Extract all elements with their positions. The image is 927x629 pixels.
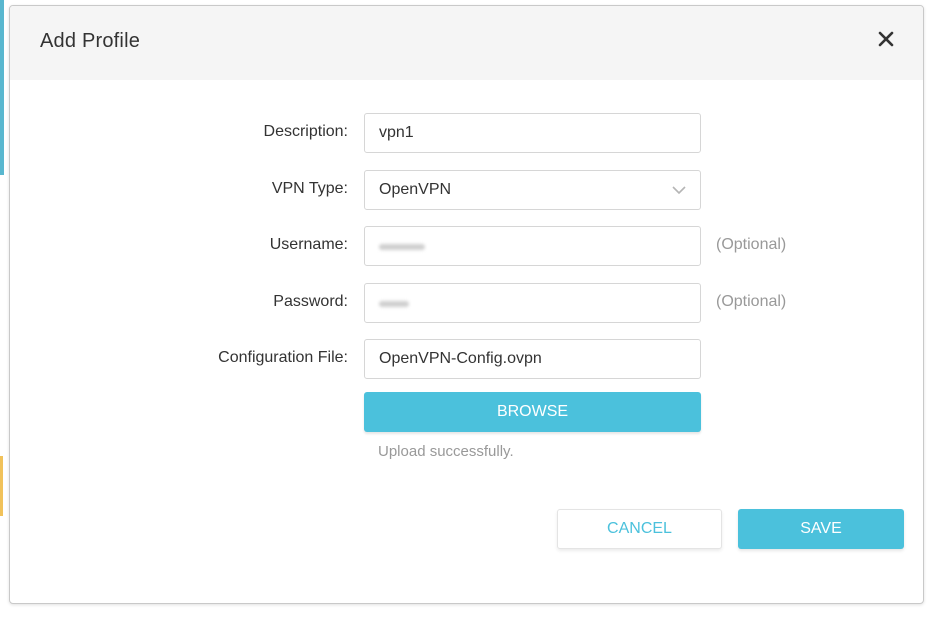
close-button[interactable]: [873, 26, 899, 52]
config-file-label: Configuration File:: [218, 349, 348, 366]
dialog-header: Add Profile: [10, 6, 923, 80]
password-obscured-value: [379, 301, 409, 307]
dialog-title: Add Profile: [40, 30, 141, 52]
password-input[interactable]: [364, 283, 701, 323]
password-row: Password: (Optional): [10, 283, 923, 325]
username-label: Username:: [269, 236, 348, 253]
cancel-button[interactable]: CANCEL: [557, 509, 722, 549]
close-icon: [878, 31, 894, 47]
password-label: Password:: [273, 293, 348, 310]
add-profile-dialog: Add Profile Description: vpn1 VPN Type: …: [9, 5, 924, 604]
username-input[interactable]: [364, 226, 701, 266]
vpn-type-row: VPN Type: OpenVPN: [10, 170, 923, 212]
page: Add Profile Description: vpn1 VPN Type: …: [0, 0, 927, 629]
vpn-type-select[interactable]: OpenVPN: [364, 170, 701, 210]
vpn-type-selected-value: OpenVPN: [379, 181, 452, 198]
config-file-input[interactable]: OpenVPN-Config.ovpn: [364, 339, 701, 379]
browse-button[interactable]: BROWSE: [364, 392, 701, 432]
username-obscured-value: [379, 244, 425, 250]
upload-status-text: Upload successfully.: [378, 443, 514, 460]
description-row: Description: vpn1: [10, 113, 923, 155]
description-value: vpn1: [379, 124, 414, 141]
config-file-value: OpenVPN-Config.ovpn: [379, 350, 542, 367]
username-optional-hint: (Optional): [716, 236, 787, 253]
save-button[interactable]: SAVE: [738, 509, 904, 549]
description-input[interactable]: vpn1: [364, 113, 701, 153]
password-optional-hint: (Optional): [716, 293, 787, 310]
description-label: Description:: [263, 123, 348, 140]
username-row: Username: (Optional): [10, 226, 923, 268]
config-file-row: Configuration File: OpenVPN-Config.ovpn: [10, 339, 923, 381]
backdrop-edge: [0, 456, 3, 516]
chevron-down-icon: [672, 186, 686, 195]
backdrop-edge: [0, 0, 4, 175]
vpn-type-label: VPN Type:: [271, 180, 348, 197]
